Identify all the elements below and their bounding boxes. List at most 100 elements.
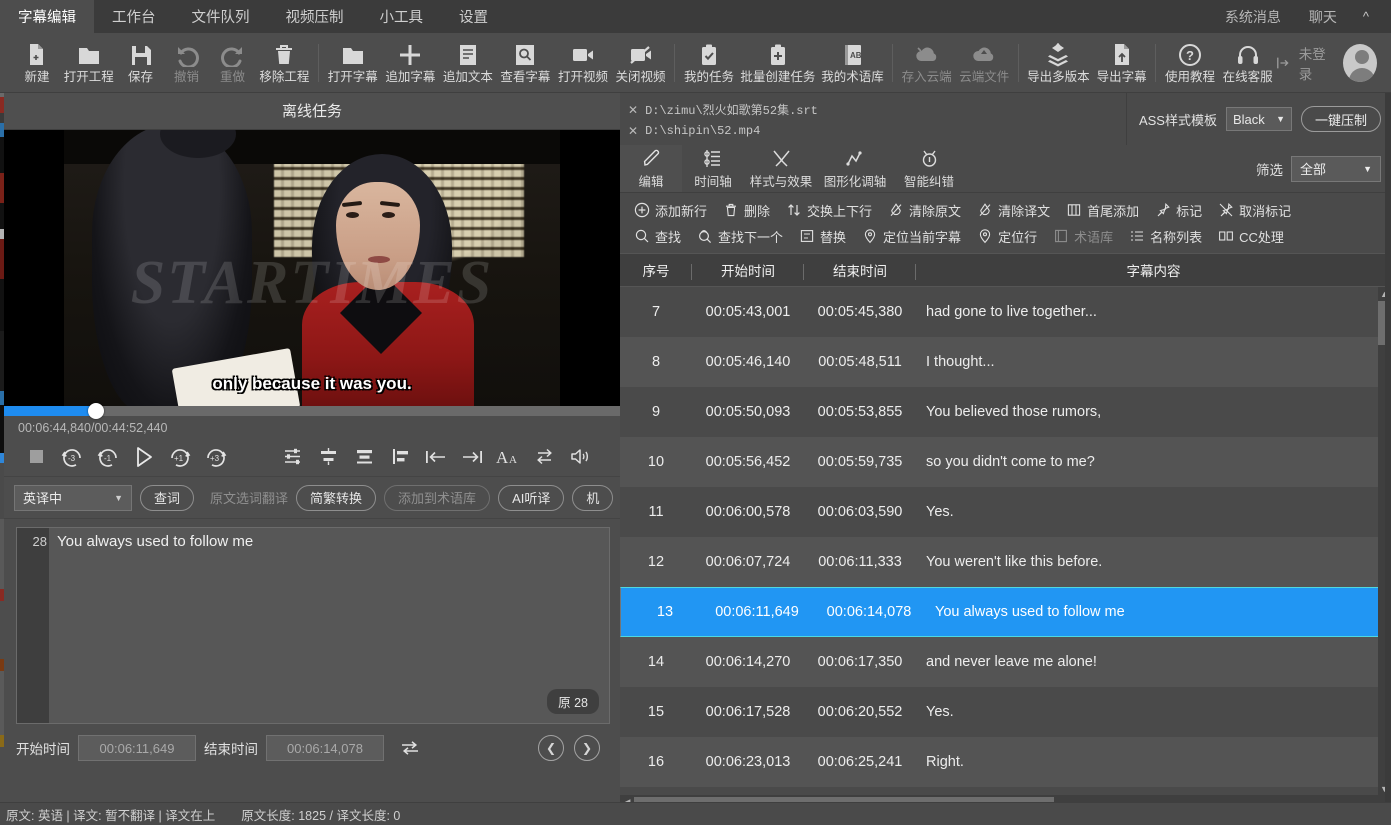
start-time-input[interactable]: 00:06:11,649 [78,735,196,761]
column-header-content[interactable]: 字幕内容 [916,260,1391,280]
rewind-3-icon[interactable]: -3 [54,440,90,474]
ribbon-button-export-layers[interactable]: 导出多版本 [1024,35,1093,91]
action-glossary[interactable]: 术语库 [1045,227,1121,246]
action-clear-target[interactable]: 清除译文 [969,201,1058,220]
action-search-next[interactable]: 查找下一个 [689,227,791,246]
panel-tab-timeline[interactable]: 时间轴 [682,145,744,192]
lookup-word-button[interactable]: 查词 [140,484,195,511]
table-row[interactable]: 10 00:05:56,452 00:05:59,735 so you didn't … [620,437,1391,487]
ribbon-button-clipboard-check[interactable]: 我的任务 [680,35,738,91]
tab-tools[interactable]: 小工具 [362,0,442,33]
table-row[interactable]: 12 00:06:07,724 00:06:11,333 You weren't li… [620,537,1391,587]
add-to-glossary-button[interactable]: 添加到术语库 [384,484,491,511]
chevron-left-icon[interactable]: ❮ [538,735,564,761]
system-messages-link[interactable]: 系统消息 [1211,7,1295,27]
action-pin[interactable]: 标记 [1147,201,1210,220]
rewind-1-icon[interactable]: -1 [90,440,126,474]
forward-1-icon[interactable]: +1 [162,440,198,474]
action-plus-circle[interactable]: 添加新行 [626,201,715,220]
action-append-ends[interactable]: 首尾添加 [1058,201,1147,220]
close-icon[interactable]: ✕ [628,124,638,138]
filter-select[interactable]: 全部 ▼ [1291,155,1381,182]
file-item-video[interactable]: ✕ D:\shipin\52.mp4 [628,120,1126,141]
swap-arrows-icon[interactable] [392,731,428,765]
panel-tab-smart-fix[interactable]: 智能纠错 [892,145,966,192]
sliders-icon[interactable] [274,440,310,474]
align-bottom-icon[interactable] [346,440,382,474]
column-header-index[interactable]: 序号 [620,260,692,280]
ribbon-button-new-file[interactable]: 新建 [14,35,60,91]
set-start-icon[interactable] [418,440,454,474]
avatar[interactable] [1342,43,1377,82]
set-end-icon[interactable] [454,440,490,474]
file-item-subtitle[interactable]: ✕ D:\zimu\烈火如歌第52集.srt [628,99,1126,120]
action-unpin[interactable]: 取消标记 [1210,201,1299,220]
one-click-compress-button[interactable]: 一键压制 [1300,106,1381,132]
video-preview[interactable]: STARTIMES only because it was you. [4,130,620,406]
ass-template-select[interactable]: Black ▼ [1225,107,1292,131]
align-center-icon[interactable] [310,440,346,474]
ai-transcribe-button[interactable]: AI听译 [498,484,565,511]
ribbon-button-cloud-file[interactable]: 云端文件 [955,35,1013,91]
ribbon-button-help-circle[interactable]: ? 使用教程 [1161,35,1219,91]
action-swap-rows[interactable]: 交换上下行 [778,201,880,220]
table-row[interactable]: 15 00:06:17,528 00:06:20,552 Yes. [620,687,1391,737]
stop-icon[interactable] [18,440,54,474]
simplified-traditional-button[interactable]: 简繁转换 [296,484,377,511]
tab-workbench[interactable]: 工作台 [94,0,174,33]
align-left-icon[interactable] [382,440,418,474]
ribbon-button-text-lines[interactable]: 追加文本 [439,35,497,91]
ribbon-button-export-file[interactable]: 导出字幕 [1093,35,1151,91]
table-row[interactable]: 8 00:05:46,140 00:05:48,511 I thought... [620,337,1391,387]
table-row[interactable]: 7 00:05:43,001 00:05:45,380 had gone to liv… [620,287,1391,337]
tab-video-compress[interactable]: 视频压制 [268,0,362,33]
table-row[interactable]: 16 00:06:23,013 00:06:25,241 Right. [620,737,1391,787]
subtitle-table-body[interactable]: 7 00:05:43,001 00:05:45,380 had gone to liv… [620,287,1391,795]
ribbon-button-video-camera[interactable]: 打开视频 [554,35,612,91]
ribbon-button-magnifier-box[interactable]: 查看字幕 [497,35,555,91]
machine-translate-button[interactable]: 机 [572,484,614,511]
action-clear-source[interactable]: 清除原文 [880,201,969,220]
close-icon[interactable]: ✕ [628,103,638,117]
action-search[interactable]: 查找 [626,227,689,246]
action-cc[interactable]: CC处理 [1210,227,1292,246]
login-area[interactable]: 未登录 [1276,43,1391,83]
panel-tab-graph-adjust[interactable]: 图形化调轴 [818,145,892,192]
action-trash[interactable]: 删除 [715,201,778,220]
editor-text[interactable]: You always used to follow me [57,533,601,550]
chevron-up-icon[interactable]: ^ [1351,9,1381,24]
ribbon-button-headset[interactable]: 在线客服 [1219,35,1277,91]
end-time-input[interactable]: 00:06:14,078 [266,735,384,761]
ribbon-button-trash[interactable]: 移除工程 [256,35,314,91]
translate-mode-select[interactable]: 英译中 ▼ [14,484,132,511]
ribbon-button-video-camera-off[interactable]: 关闭视频 [612,35,670,91]
action-replace[interactable]: 替换 [791,227,854,246]
table-row[interactable]: 9 00:05:50,093 00:05:53,855 You believed th… [620,387,1391,437]
action-name-list[interactable]: 名称列表 [1121,227,1210,246]
action-locate-current[interactable]: 定位当前字幕 [854,227,969,246]
panel-tab-style-effects[interactable]: 样式与效果 [744,145,818,192]
ribbon-button-ab-book[interactable]: AB 我的术语库 [818,35,887,91]
action-locate-row[interactable]: 定位行 [969,227,1045,246]
chat-link[interactable]: 聊天 [1295,7,1351,27]
tab-subtitle-edit[interactable]: 字幕编辑 [0,0,94,33]
chevron-right-icon[interactable]: ❯ [574,735,600,761]
table-row[interactable]: 11 00:06:00,578 00:06:03,590 Yes. [620,487,1391,537]
tab-settings[interactable]: 设置 [441,0,506,33]
volume-icon[interactable] [562,440,598,474]
swap-icon[interactable] [526,440,562,474]
panel-tab-edit[interactable]: 编辑 [620,145,682,192]
ribbon-button-save-disk[interactable]: 保存 [118,35,164,91]
forward-3-icon[interactable]: +3 [198,440,234,474]
tab-file-queue[interactable]: 文件队列 [174,0,268,33]
play-icon[interactable] [126,440,162,474]
table-row[interactable]: 14 00:06:14,270 00:06:17,350 and never leav… [620,637,1391,687]
column-header-end[interactable]: 结束时间 [804,260,916,280]
ribbon-button-plus[interactable]: 追加字幕 [382,35,440,91]
ribbon-button-cloud-upload[interactable]: 存入云端 [898,35,956,91]
ribbon-button-undo[interactable]: 撤销 [164,35,210,91]
font-size-icon[interactable]: AA [490,440,526,474]
ribbon-button-open-folder[interactable]: 打开工程 [60,35,118,91]
column-header-start[interactable]: 开始时间 [692,260,804,280]
ribbon-button-clipboard-plus[interactable]: 批量创建任务 [738,35,818,91]
